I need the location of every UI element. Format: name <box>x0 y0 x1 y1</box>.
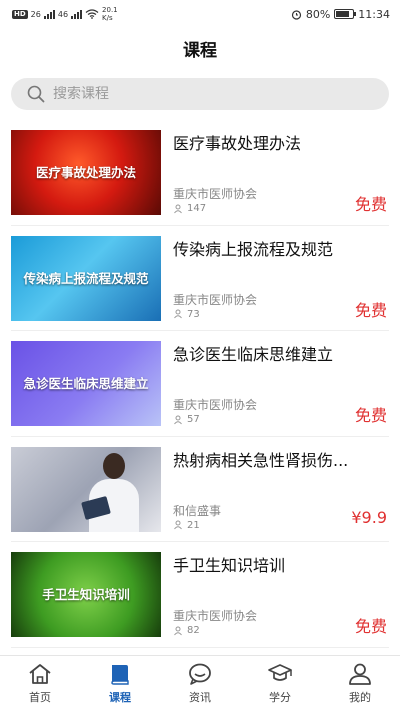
tab-label: 学分 <box>269 691 291 704</box>
net-speed-unit: K/s <box>102 14 113 22</box>
clock: 11:34 <box>358 7 390 21</box>
net-speed: 20.1 K/s <box>102 6 118 22</box>
course-title: 手卫生知识培训 <box>173 556 286 575</box>
views-count: 21 <box>187 519 200 531</box>
doctor-illustration <box>81 451 143 532</box>
course-price: ¥9.9 <box>351 507 387 527</box>
wifi-icon <box>85 9 99 19</box>
status-right: 80% 11:34 <box>291 8 390 21</box>
tab-home[interactable]: 首页 <box>0 656 80 711</box>
graduation-cap-icon <box>268 664 292 681</box>
course-item[interactable]: 医疗事故处理办法 医疗事故处理办法 重庆市医师协会 147 免费 <box>11 120 389 226</box>
tab-courses[interactable]: 课程 <box>80 656 160 711</box>
course-views: 21 <box>173 520 200 531</box>
course-item[interactable]: 传染病上报流程及规范 传染病上报流程及规范 重庆市医师协会 73 免费 <box>11 226 389 331</box>
net-speed-value: 20.1 <box>102 6 118 14</box>
book-icon <box>111 665 129 685</box>
course-item[interactable]: 手卫生知识培训 手卫生知识培训 重庆市医师协会 82 免费 <box>11 542 389 648</box>
status-bar: HD 26 46 20.1 K/s 80% 11:34 <box>0 0 400 28</box>
alarm-icon <box>291 9 301 20</box>
title-bar: 课程 <box>0 28 400 68</box>
thumbnail-caption: 手卫生知识培训 <box>42 587 130 602</box>
course-views: 147 <box>173 203 206 214</box>
thumbnail-caption: 医疗事故处理办法 <box>35 165 136 180</box>
course-thumbnail: 传染病上报流程及规范 <box>11 235 161 321</box>
views-count: 82 <box>187 625 200 636</box>
views-count: 57 <box>187 414 200 425</box>
course-title: 急诊医生临床思维建立 <box>173 345 334 364</box>
course-organization: 重庆市医师协会 <box>173 609 258 623</box>
course-thumbnail: 医疗事故处理办法 <box>11 130 161 215</box>
sim2-label: 46 <box>57 9 69 19</box>
tab-label: 资讯 <box>189 691 211 704</box>
tab-label: 课程 <box>109 691 131 704</box>
views-count: 147 <box>187 203 207 214</box>
course-thumbnail <box>11 446 161 532</box>
course-organization: 重庆市医师协会 <box>173 292 258 307</box>
page-title: 课程 <box>183 40 217 61</box>
bottom-tab-bar: 首页 课程 资讯 学分 我的 <box>0 655 400 711</box>
search-bar[interactable] <box>11 78 389 110</box>
views-count: 73 <box>187 308 200 320</box>
sim1-label: 26 <box>30 9 41 19</box>
course-title: 医疗事故处理办法 <box>173 134 302 153</box>
hd-badge: HD <box>12 9 28 19</box>
course-organization: 重庆市医师协会 <box>173 398 258 412</box>
course-price: 免费 <box>354 617 387 636</box>
search-input[interactable] <box>53 86 353 102</box>
thumbnail-caption: 急诊医生临床思维建立 <box>23 376 149 391</box>
course-thumbnail: 手卫生知识培训 <box>11 552 161 637</box>
chat-icon <box>189 663 211 685</box>
tab-label: 首页 <box>29 691 51 704</box>
course-price: 免费 <box>354 406 387 425</box>
status-left: HD 26 46 20.1 K/s <box>12 6 118 22</box>
course-views: 82 <box>173 625 200 636</box>
course-item[interactable]: 热射病相关急性肾损伤... 和信盛事 21 ¥9.9 <box>11 437 389 542</box>
signal-icon <box>71 9 83 19</box>
person-icon <box>174 626 182 635</box>
tab-label: 我的 <box>349 691 371 704</box>
course-thumbnail: 急诊医生临床思维建立 <box>11 341 161 426</box>
person-icon <box>174 415 182 424</box>
course-views: 57 <box>173 414 200 425</box>
course-organization: 和信盛事 <box>173 503 222 518</box>
course-title: 传染病上报流程及规范 <box>173 239 334 259</box>
person-icon <box>174 309 182 319</box>
tab-credits[interactable]: 学分 <box>240 656 320 711</box>
course-list: 医疗事故处理办法 医疗事故处理办法 重庆市医师协会 147 免费 传染病上报流程… <box>0 120 400 648</box>
home-icon <box>29 664 51 684</box>
tab-news[interactable]: 资讯 <box>160 656 240 711</box>
battery-icon <box>334 9 357 19</box>
battery-percent: 80% <box>305 7 331 21</box>
tab-mine[interactable]: 我的 <box>320 656 400 711</box>
course-price: 免费 <box>354 300 387 320</box>
thumbnail-caption: 传染病上报流程及规范 <box>23 270 149 286</box>
course-item[interactable]: 急诊医生临床思维建立 急诊医生临床思维建立 重庆市医师协会 57 免费 <box>11 331 389 437</box>
user-icon <box>349 663 371 685</box>
course-price: 免费 <box>354 195 387 214</box>
signal-icon <box>43 9 55 19</box>
course-views: 73 <box>173 309 200 320</box>
search-icon <box>27 85 45 103</box>
course-title: 热射病相关急性肾损伤... <box>173 450 349 470</box>
person-icon <box>174 204 182 213</box>
course-organization: 重庆市医师协会 <box>173 187 258 201</box>
person-icon <box>174 520 182 530</box>
